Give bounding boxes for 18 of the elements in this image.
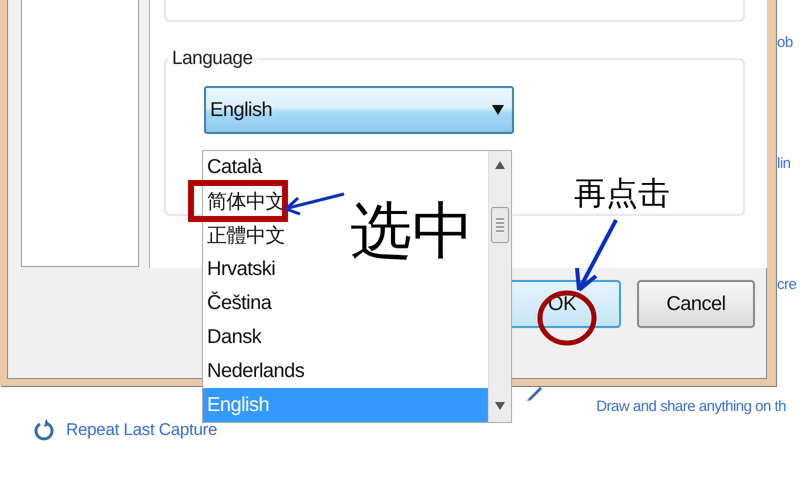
scroll-down-icon [495,402,505,410]
pointer-arrow [284,190,346,216]
draw-share-link[interactable]: Draw and share anything on th [596,398,786,415]
link-text[interactable]: cre [777,276,796,293]
link-text[interactable]: ob [777,34,796,51]
dropdown-value: English [210,98,272,122]
highlight-circle [536,289,598,347]
link-text[interactable]: lin [777,155,796,172]
group-title: Language [171,48,254,70]
scrollbar[interactable] [488,151,511,422]
scroll-thumb[interactable] [491,207,509,243]
refresh-icon [34,418,54,442]
caret-icon [492,105,504,115]
cancel-button[interactable]: Cancel [637,280,755,328]
link-label: Repeat Last Capture [66,420,218,440]
language-dropdown[interactable]: English [204,86,514,134]
annotation-label: 再点击 [574,177,670,209]
scroll-up-icon [495,161,505,169]
